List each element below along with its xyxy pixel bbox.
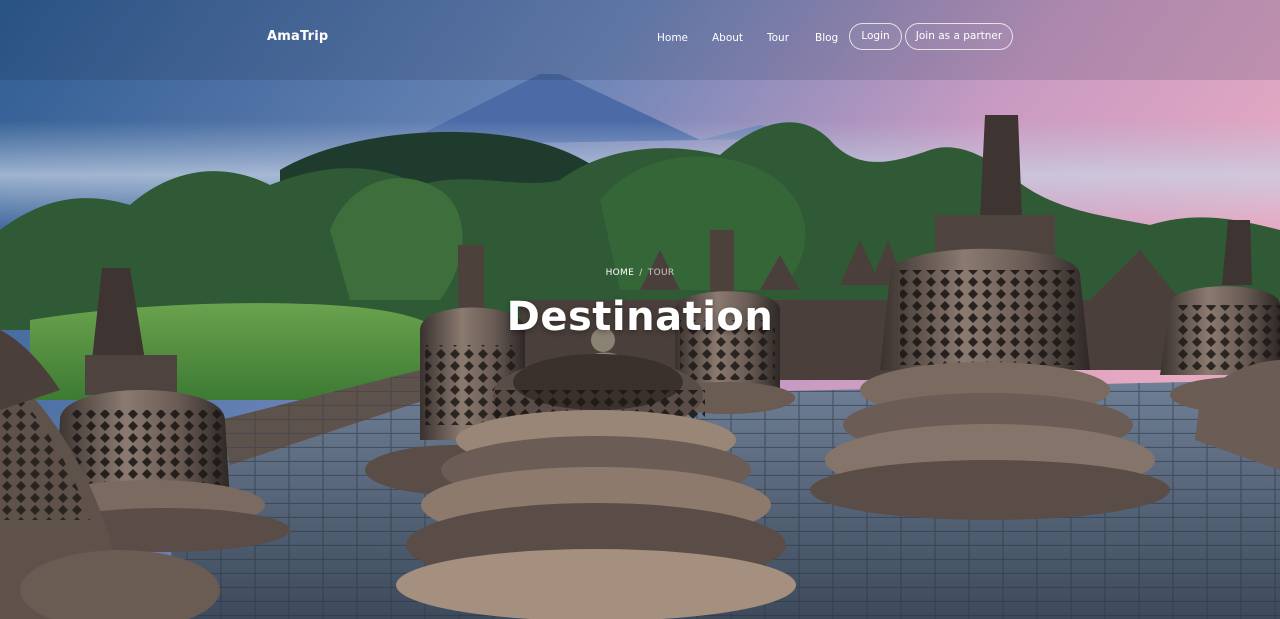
join-partner-button[interactable]: Join as a partner <box>905 23 1013 50</box>
breadcrumb-home-link[interactable]: HOME <box>606 268 635 278</box>
nav-home-link[interactable]: Home <box>657 31 688 45</box>
breadcrumb-separator: / <box>639 268 643 278</box>
breadcrumb: HOME / TOUR <box>0 268 1280 278</box>
nav-tour-link[interactable]: Tour <box>767 31 789 45</box>
nav-about-link[interactable]: About <box>712 31 743 45</box>
login-button[interactable]: Login <box>849 23 902 50</box>
top-navbar: AmaTrip Home About Tour Blog Login Join … <box>0 0 1280 76</box>
hero-section: AmaTrip Home About Tour Blog Login Join … <box>0 0 1280 619</box>
site-logo[interactable]: AmaTrip <box>267 29 328 44</box>
breadcrumb-current: TOUR <box>647 268 675 278</box>
nav-blog-link[interactable]: Blog <box>815 31 838 45</box>
page-title: Destination <box>506 294 774 340</box>
